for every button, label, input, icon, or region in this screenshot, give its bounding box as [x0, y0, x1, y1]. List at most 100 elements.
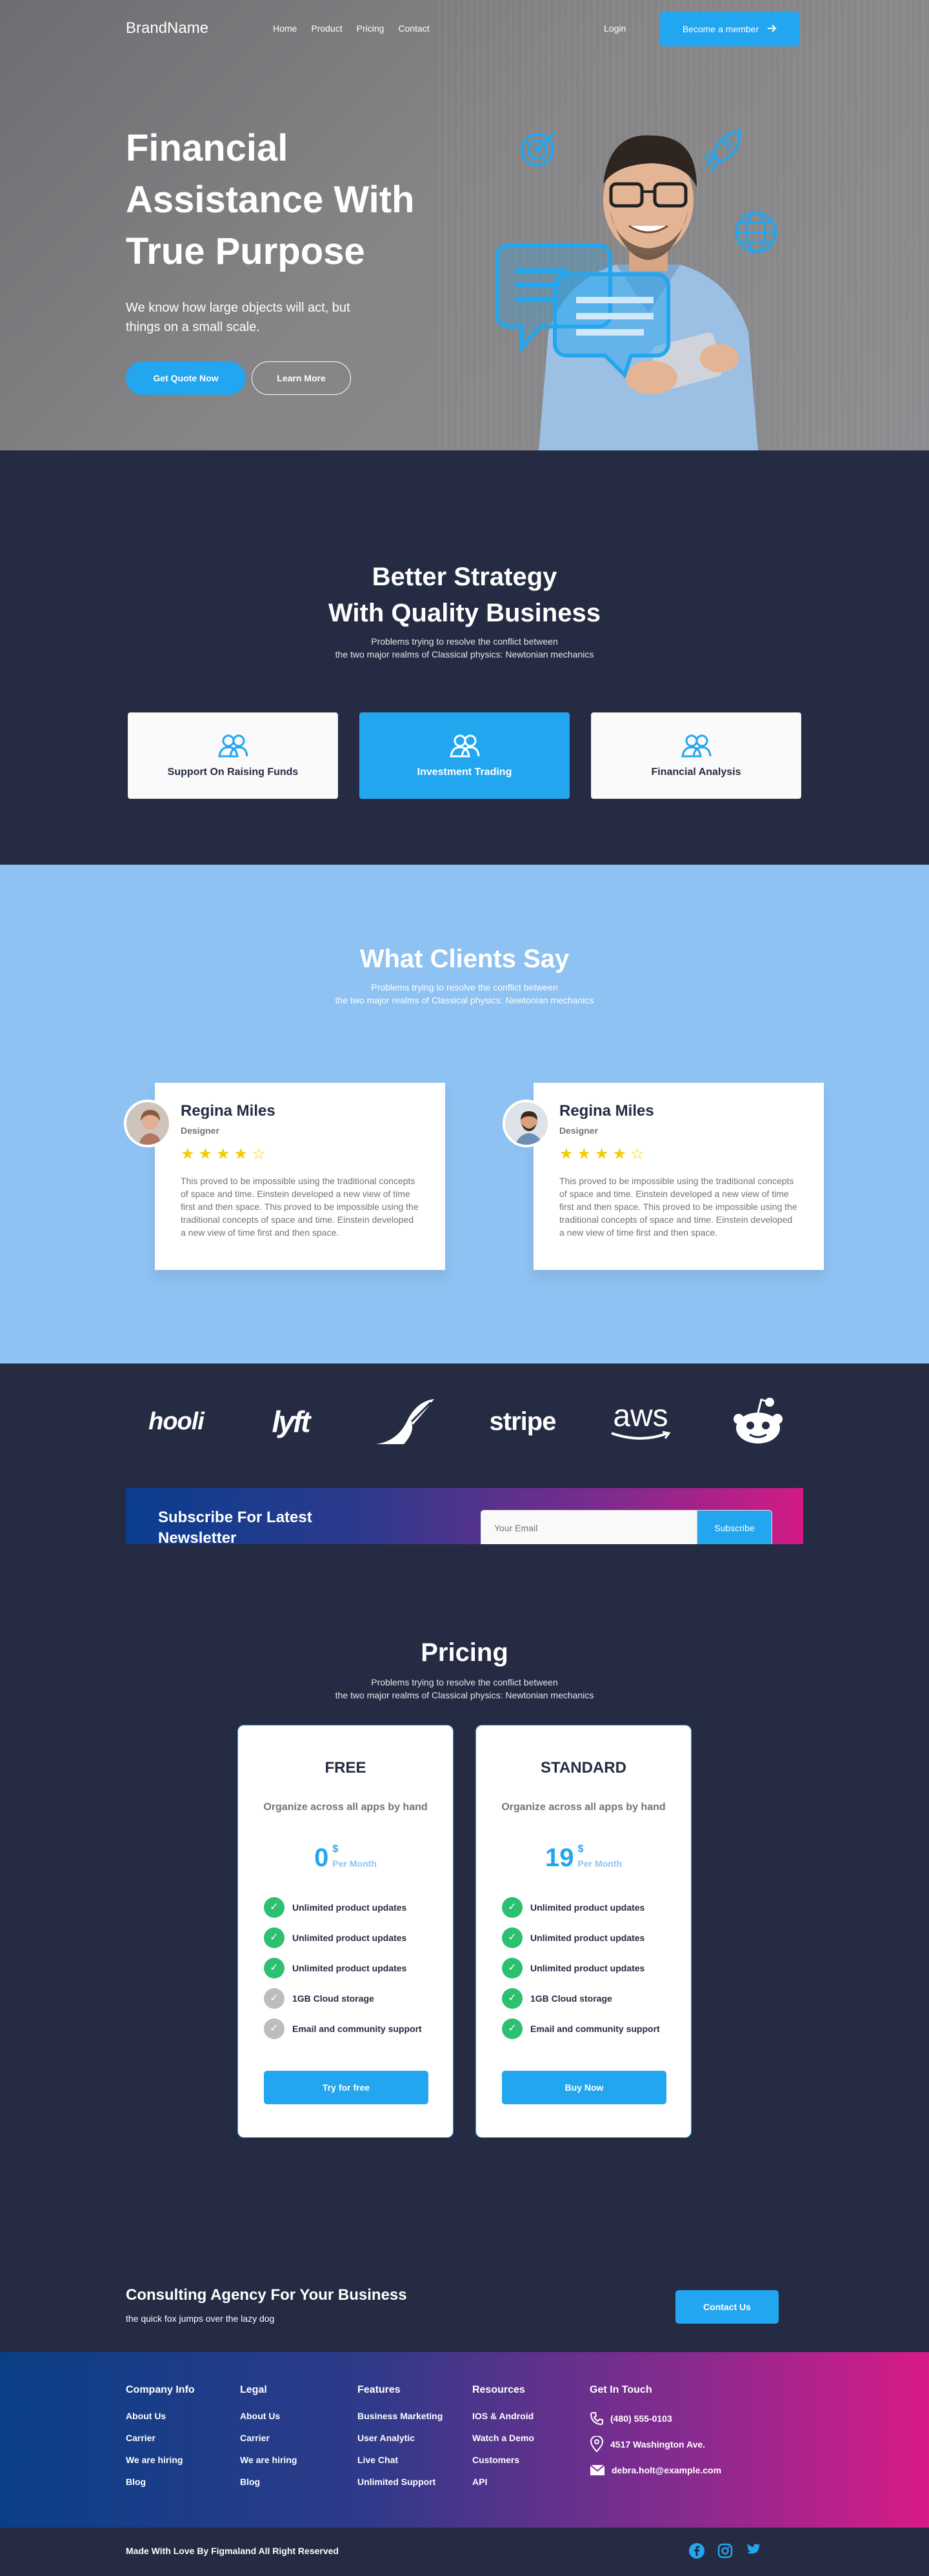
testimonial-text: This proved to be impossible using the t…: [559, 1176, 797, 1238]
avatar: [124, 1100, 172, 1147]
price-amount: 0: [314, 1844, 329, 1872]
footer-link[interactable]: API: [472, 2476, 534, 2488]
check-disabled-icon: ✓: [264, 1988, 285, 2009]
nav-link-home[interactable]: Home: [273, 23, 297, 34]
nav-links: Home Product Pricing Contact: [273, 23, 430, 34]
learn-more-button[interactable]: Learn More: [252, 361, 351, 395]
footer-link[interactable]: Carrier: [240, 2432, 297, 2444]
nav-link-pricing[interactable]: Pricing: [357, 23, 385, 34]
phone-icon: [590, 2412, 603, 2426]
plan-features: ✓ Unlimited product updates ✓ Unlimited pr…: [264, 1897, 432, 2049]
footer: Company Info About Us Carrier We are hir…: [0, 2352, 929, 2528]
footer-link[interactable]: Live Chat: [357, 2454, 443, 2466]
copyright-bar: Made With Love By Figmaland All Right Re…: [0, 2528, 929, 2576]
plan-feature-item: ✓ Unlimited product updates: [502, 1897, 670, 1918]
login-link[interactable]: Login: [604, 23, 626, 34]
become-member-label: Become a member: [682, 24, 759, 34]
feature-card-investment-trading[interactable]: Investment Trading: [359, 712, 570, 799]
footer-link[interactable]: Watch a Demo: [472, 2432, 534, 2444]
plan-name: FREE: [325, 1759, 366, 1776]
instagram-icon[interactable]: [717, 2543, 733, 2559]
try-for-free-button[interactable]: Try for free: [264, 2071, 428, 2104]
footer-link[interactable]: We are hiring: [240, 2454, 297, 2466]
footer-link[interactable]: Carrier: [126, 2432, 195, 2444]
rocket-icon: [703, 129, 741, 172]
footer-link[interactable]: Blog: [240, 2476, 297, 2488]
hero-subtitle: We know how large objects will act, but …: [126, 301, 350, 334]
become-member-button[interactable]: Become a member: [660, 12, 799, 46]
nav-link-contact[interactable]: Contact: [398, 23, 429, 34]
plan-features: ✓ Unlimited product updates ✓ Unlimited pr…: [502, 1897, 670, 2049]
contact-phone[interactable]: (480) 555-0103: [590, 2410, 721, 2427]
nav-link-product[interactable]: Product: [311, 23, 342, 34]
contact-address[interactable]: 4517 Washington Ave.: [590, 2436, 721, 2453]
copyright-text: Made With Love By Figmaland All Right Re…: [126, 2546, 339, 2556]
subscribe-button[interactable]: Subscribe: [697, 1510, 772, 1546]
strategy-title-line1: Better Strategy: [372, 563, 557, 591]
star-filled-icon: ★: [181, 1145, 195, 1163]
star-filled-icon: ★: [595, 1145, 609, 1163]
rating-stars: ★ ★ ★ ★ ☆: [181, 1145, 266, 1163]
contact-us-button[interactable]: Contact Us: [675, 2290, 779, 2324]
star-filled-icon: ★: [198, 1145, 213, 1163]
pricing-desc-line1: Problems trying to resolve the conflict …: [371, 1677, 558, 1687]
pricing-card-free: FREE Organize across all apps by hand 0 …: [237, 1725, 454, 2138]
star-empty-icon: ☆: [252, 1145, 266, 1163]
plan-feature-item: ✓ Unlimited product updates: [502, 1958, 670, 1978]
footer-link[interactable]: IOS & Android: [472, 2410, 534, 2422]
top-navbar: BrandName Home Product Pricing Contact L…: [0, 0, 929, 58]
stripe-logo: stripe: [489, 1407, 557, 1436]
cta-subtitle: the quick fox jumps over the lazy dog: [126, 2313, 275, 2324]
plan-feature-item: ✓ Unlimited product updates: [264, 1897, 432, 1918]
footer-link[interactable]: We are hiring: [126, 2454, 195, 2466]
check-icon: ✓: [264, 1927, 285, 1948]
cta-title: Consulting Agency For Your Business: [126, 2286, 407, 2304]
footer-link[interactable]: Customers: [472, 2454, 534, 2466]
hero-section: BrandName Home Product Pricing Contact L…: [0, 0, 929, 450]
footer-link[interactable]: About Us: [240, 2410, 297, 2422]
strategy-desc-line2: the two major realms of Classical physic…: [335, 649, 594, 659]
arrow-right-icon: [768, 24, 777, 34]
footer-column-features: Features Business Marketing User Analyti…: [357, 2384, 443, 2498]
brand-logo[interactable]: BrandName: [126, 19, 208, 37]
feature-card-label: Investment Trading: [417, 767, 512, 778]
check-icon: ✓: [502, 1958, 523, 1978]
star-filled-icon: ★: [577, 1145, 592, 1163]
testimonial-role: Designer: [559, 1125, 598, 1136]
footer-link[interactable]: Business Marketing: [357, 2410, 443, 2422]
plan-feature-text: Unlimited product updates: [292, 1933, 407, 1943]
plan-name: STANDARD: [541, 1759, 626, 1776]
feature-card-financial-analysis[interactable]: Financial Analysis: [591, 712, 801, 799]
chat-bubbles-icon: [495, 243, 670, 379]
price-currency: $: [332, 1844, 339, 1855]
footer-column-company: Company Info About Us Carrier We are hir…: [126, 2384, 195, 2498]
users-icon: [681, 734, 712, 758]
footer-link[interactable]: Unlimited Support: [357, 2476, 443, 2488]
star-filled-icon: ★: [216, 1145, 230, 1163]
rating-stars: ★ ★ ★ ★ ☆: [559, 1145, 644, 1163]
check-icon: ✓: [264, 1897, 285, 1918]
check-icon: ✓: [502, 1927, 523, 1948]
testimonial-role: Designer: [181, 1125, 219, 1136]
buy-now-button[interactable]: Buy Now: [502, 2071, 666, 2104]
get-quote-button[interactable]: Get Quote Now: [126, 361, 246, 395]
star-filled-icon: ★: [234, 1145, 248, 1163]
footer-link[interactable]: About Us: [126, 2410, 195, 2422]
plan-feature-text: Unlimited product updates: [292, 1902, 407, 1913]
footer-link[interactable]: User Analytic: [357, 2432, 443, 2444]
footer-column-title: Company Info: [126, 2384, 195, 2395]
contact-email[interactable]: debra.holt@example.com: [590, 2462, 721, 2479]
feature-card-label: Financial Analysis: [651, 767, 741, 778]
email-field[interactable]: Your Email: [481, 1510, 697, 1546]
star-empty-icon: ☆: [630, 1145, 644, 1163]
feature-card-raising-funds[interactable]: Support On Raising Funds: [128, 712, 338, 799]
footer-link[interactable]: Blog: [126, 2476, 195, 2488]
facebook-icon[interactable]: [689, 2543, 704, 2559]
users-icon: [450, 734, 480, 758]
plan-feature-item: ✓ Email and community support: [502, 2018, 670, 2039]
plan-description: Organize across all apps by hand: [501, 1802, 666, 1813]
testimonial-card: Regina Miles Designer ★ ★ ★ ★ ☆ This proved …: [155, 1083, 445, 1270]
check-disabled-icon: ✓: [264, 2018, 285, 2039]
avatar: [503, 1100, 550, 1147]
twitter-icon[interactable]: [746, 2543, 761, 2557]
